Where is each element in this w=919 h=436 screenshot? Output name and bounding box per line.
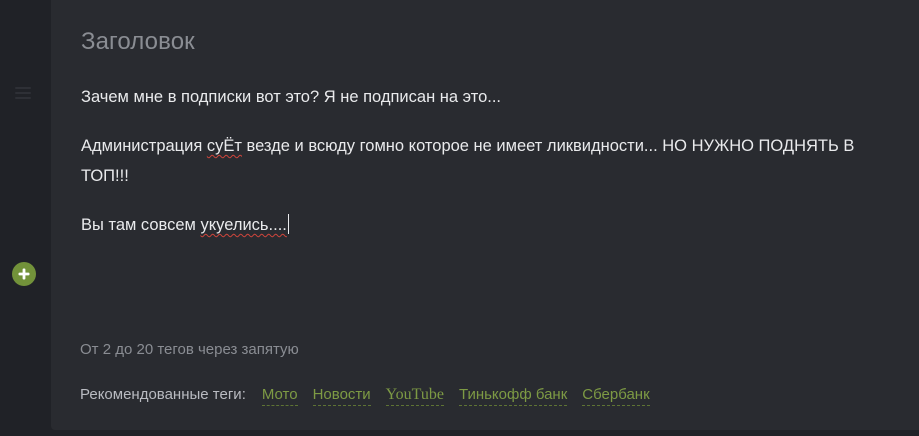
drag-handle-line [15, 87, 31, 89]
tag-sberbank[interactable]: Сбербанк [582, 386, 650, 406]
tag-youtube[interactable]: YouTube [385, 386, 444, 406]
add-block-button[interactable] [12, 262, 36, 286]
drag-handle-line [15, 92, 31, 94]
tag-tinkoff-bank[interactable]: Тинькофф банк [458, 386, 568, 406]
post-title-input[interactable]: Заголовок [81, 28, 195, 56]
paragraph-2[interactable]: Администрация суЁт везде и всюду гомно к… [81, 131, 901, 191]
misspelled-word[interactable]: укуелись.... [200, 216, 286, 234]
tags-input[interactable] [80, 338, 680, 360]
recommended-tags-label: Рекомендованные теги: [80, 386, 246, 403]
paragraph-1[interactable]: Зачем мне в подписки вот это? Я не подпи… [81, 82, 901, 112]
post-editor-panel: Заголовок Зачем мне в подписки вот это? … [51, 0, 919, 430]
drag-handle-icon[interactable] [15, 87, 31, 99]
drag-handle-line [15, 97, 31, 99]
misspelled-word[interactable]: суЁт [207, 137, 242, 155]
paragraph-2-text-start: Администрация [81, 137, 207, 155]
text-caret [287, 214, 289, 234]
post-body-editor[interactable]: Зачем мне в подписки вот это? Я не подпи… [81, 82, 901, 259]
tag-moto[interactable]: Мото [261, 386, 298, 406]
plus-icon [18, 268, 30, 280]
paragraph-3-text-start: Вы там совсем [81, 216, 201, 234]
recommended-tags: Рекомендованные теги: Мото Новости YouTu… [80, 386, 665, 406]
editor-gutter [0, 0, 48, 436]
paragraph-3[interactable]: Вы там совсем укуелись.... [81, 210, 901, 240]
tag-novosti[interactable]: Новости [312, 386, 371, 406]
